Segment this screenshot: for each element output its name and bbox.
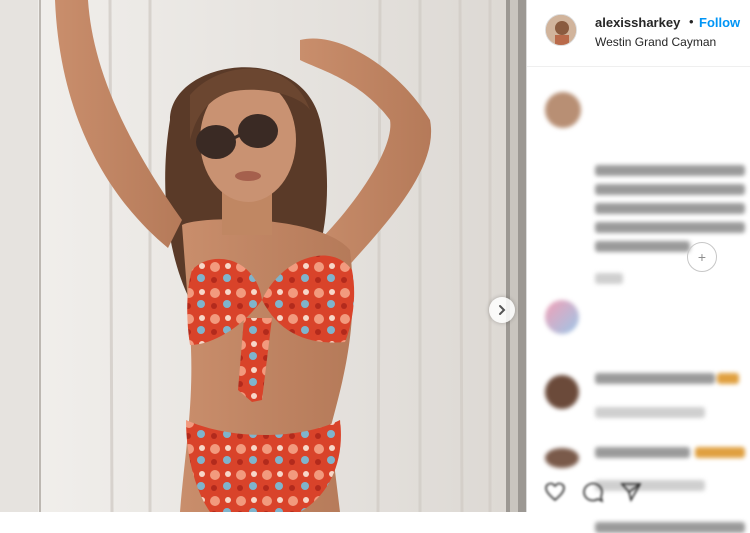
- share-icon[interactable]: [619, 480, 643, 504]
- author-username[interactable]: alexissharkey: [595, 15, 680, 30]
- comment-avatar[interactable]: [545, 448, 579, 468]
- comment-icon[interactable]: [581, 480, 605, 504]
- post-location[interactable]: Westin Grand Cayman: [595, 35, 716, 49]
- comment-avatar[interactable]: [545, 375, 579, 409]
- comment-avatar[interactable]: [545, 300, 579, 334]
- next-photo-button[interactable]: [489, 297, 515, 323]
- avatar-image: [546, 15, 576, 45]
- author-avatar[interactable]: [545, 14, 577, 46]
- plus-icon: +: [697, 249, 707, 265]
- follow-button[interactable]: Follow: [699, 15, 740, 30]
- chevron-right-icon: [499, 305, 506, 315]
- post-side-panel: alexissharkey • Follow Westin Grand Caym…: [526, 0, 750, 533]
- post-actions: [527, 472, 750, 512]
- post-header: alexissharkey • Follow Westin Grand Caym…: [527, 0, 750, 67]
- load-more-comments-button[interactable]: +: [687, 242, 717, 272]
- heart-icon[interactable]: [543, 480, 567, 504]
- separator-dot: •: [689, 14, 694, 29]
- post-photo[interactable]: [0, 0, 526, 512]
- photo-illustration: [0, 0, 526, 512]
- caption-avatar[interactable]: [545, 92, 581, 128]
